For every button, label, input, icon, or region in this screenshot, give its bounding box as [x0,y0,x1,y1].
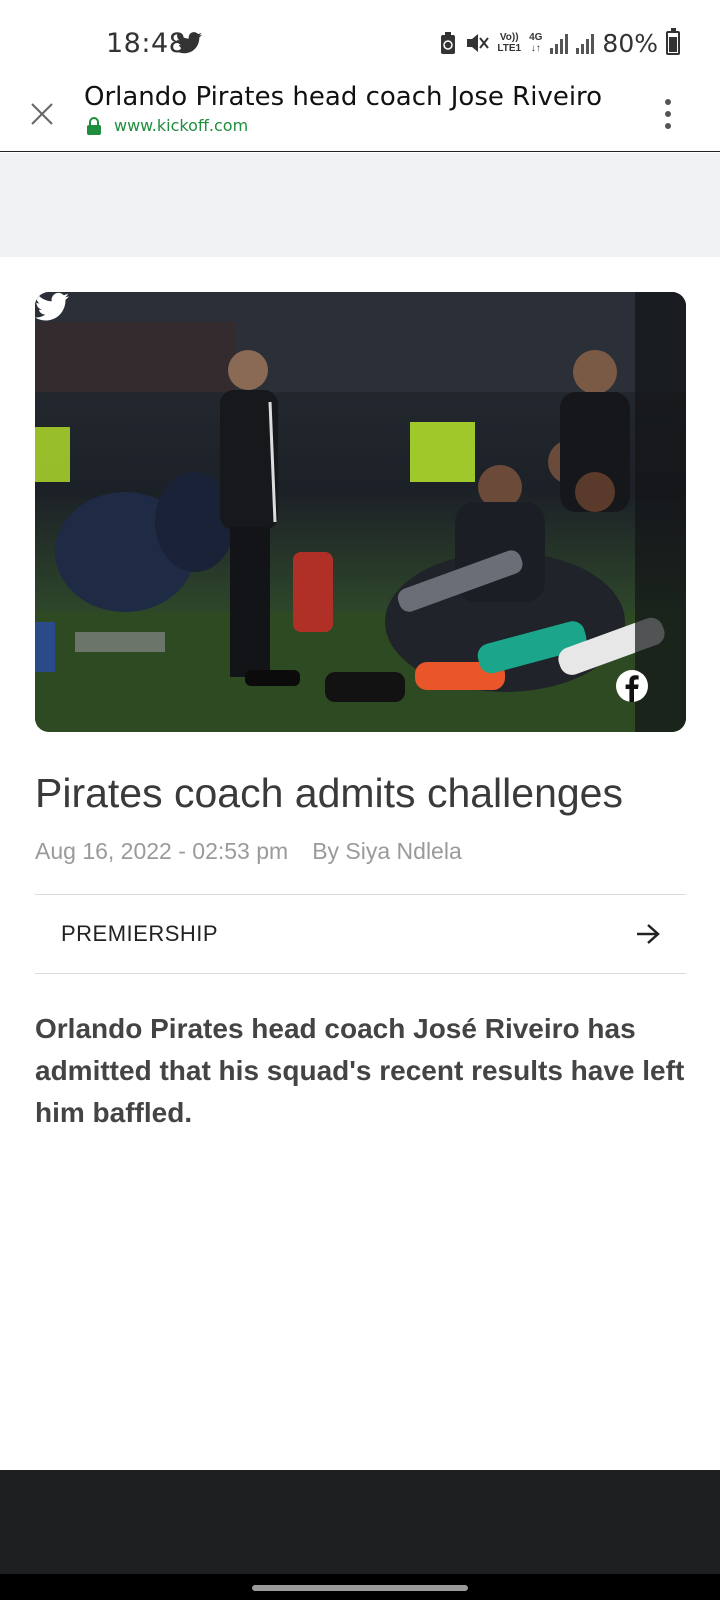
url-text: www.kickoff.com [114,116,249,135]
article-meta: Aug 16, 2022 - 02:53 pm By Siya Ndlela [35,838,462,865]
more-vert-dot [665,123,671,129]
home-gesture-handle[interactable] [252,1585,468,1591]
data-arrows-icon: ↓↑ [530,43,541,54]
article-headline: Pirates coach admits challenges [35,770,623,816]
arrow-right-icon [637,924,660,944]
battery-icon [666,28,680,55]
signal-icon-2 [576,32,595,54]
data-indicator: 4G ↓↑ [529,32,542,54]
hero-photo [35,292,686,732]
close-button[interactable] [22,94,62,134]
twitter-notification-icon [176,32,202,54]
more-vert-dot [665,111,671,117]
status-time: 18:48 [106,28,187,59]
lock-icon [87,116,101,135]
browser-toolbar: Orlando Pirates head coach Jose Riveiro … [0,80,720,152]
ad-banner-placeholder [0,153,720,257]
status-bar: 18:48 Vo)) LTE1 4G ↓↑ 80% [0,0,720,80]
article-intro: Orlando Pirates head coach José Riveiro … [35,1013,685,1128]
data-type-text: 4G [529,32,543,43]
signal-icon-1 [550,32,569,54]
more-vert-icon [665,99,671,105]
close-icon [31,103,53,125]
status-icons: Vo)) LTE1 4G ↓↑ 80% [439,28,680,58]
article-date: Aug 16, 2022 - 02:53 pm [35,838,289,864]
volte-indicator: Vo)) LTE1 [497,32,521,54]
category-label: PREMIERSHIP [61,921,219,946]
mute-icon [467,34,490,52]
more-options-button[interactable] [656,94,680,134]
recycle-battery-icon [441,32,456,54]
page-title: Orlando Pirates head coach Jose Riveiro [84,82,603,112]
volte-top-text: Vo)) [499,32,519,43]
share-facebook-button[interactable] [616,670,648,702]
facebook-icon [625,675,639,702]
battery-percent: 80% [602,28,658,58]
article-hero-image [35,292,686,732]
volte-bottom-text: LTE1 [497,43,522,54]
article-author[interactable]: By Siya Ndlela [312,838,462,865]
category-link[interactable]: PREMIERSHIP [35,894,686,974]
url-row[interactable]: www.kickoff.com [86,116,248,135]
share-twitter-button[interactable] [35,292,69,322]
